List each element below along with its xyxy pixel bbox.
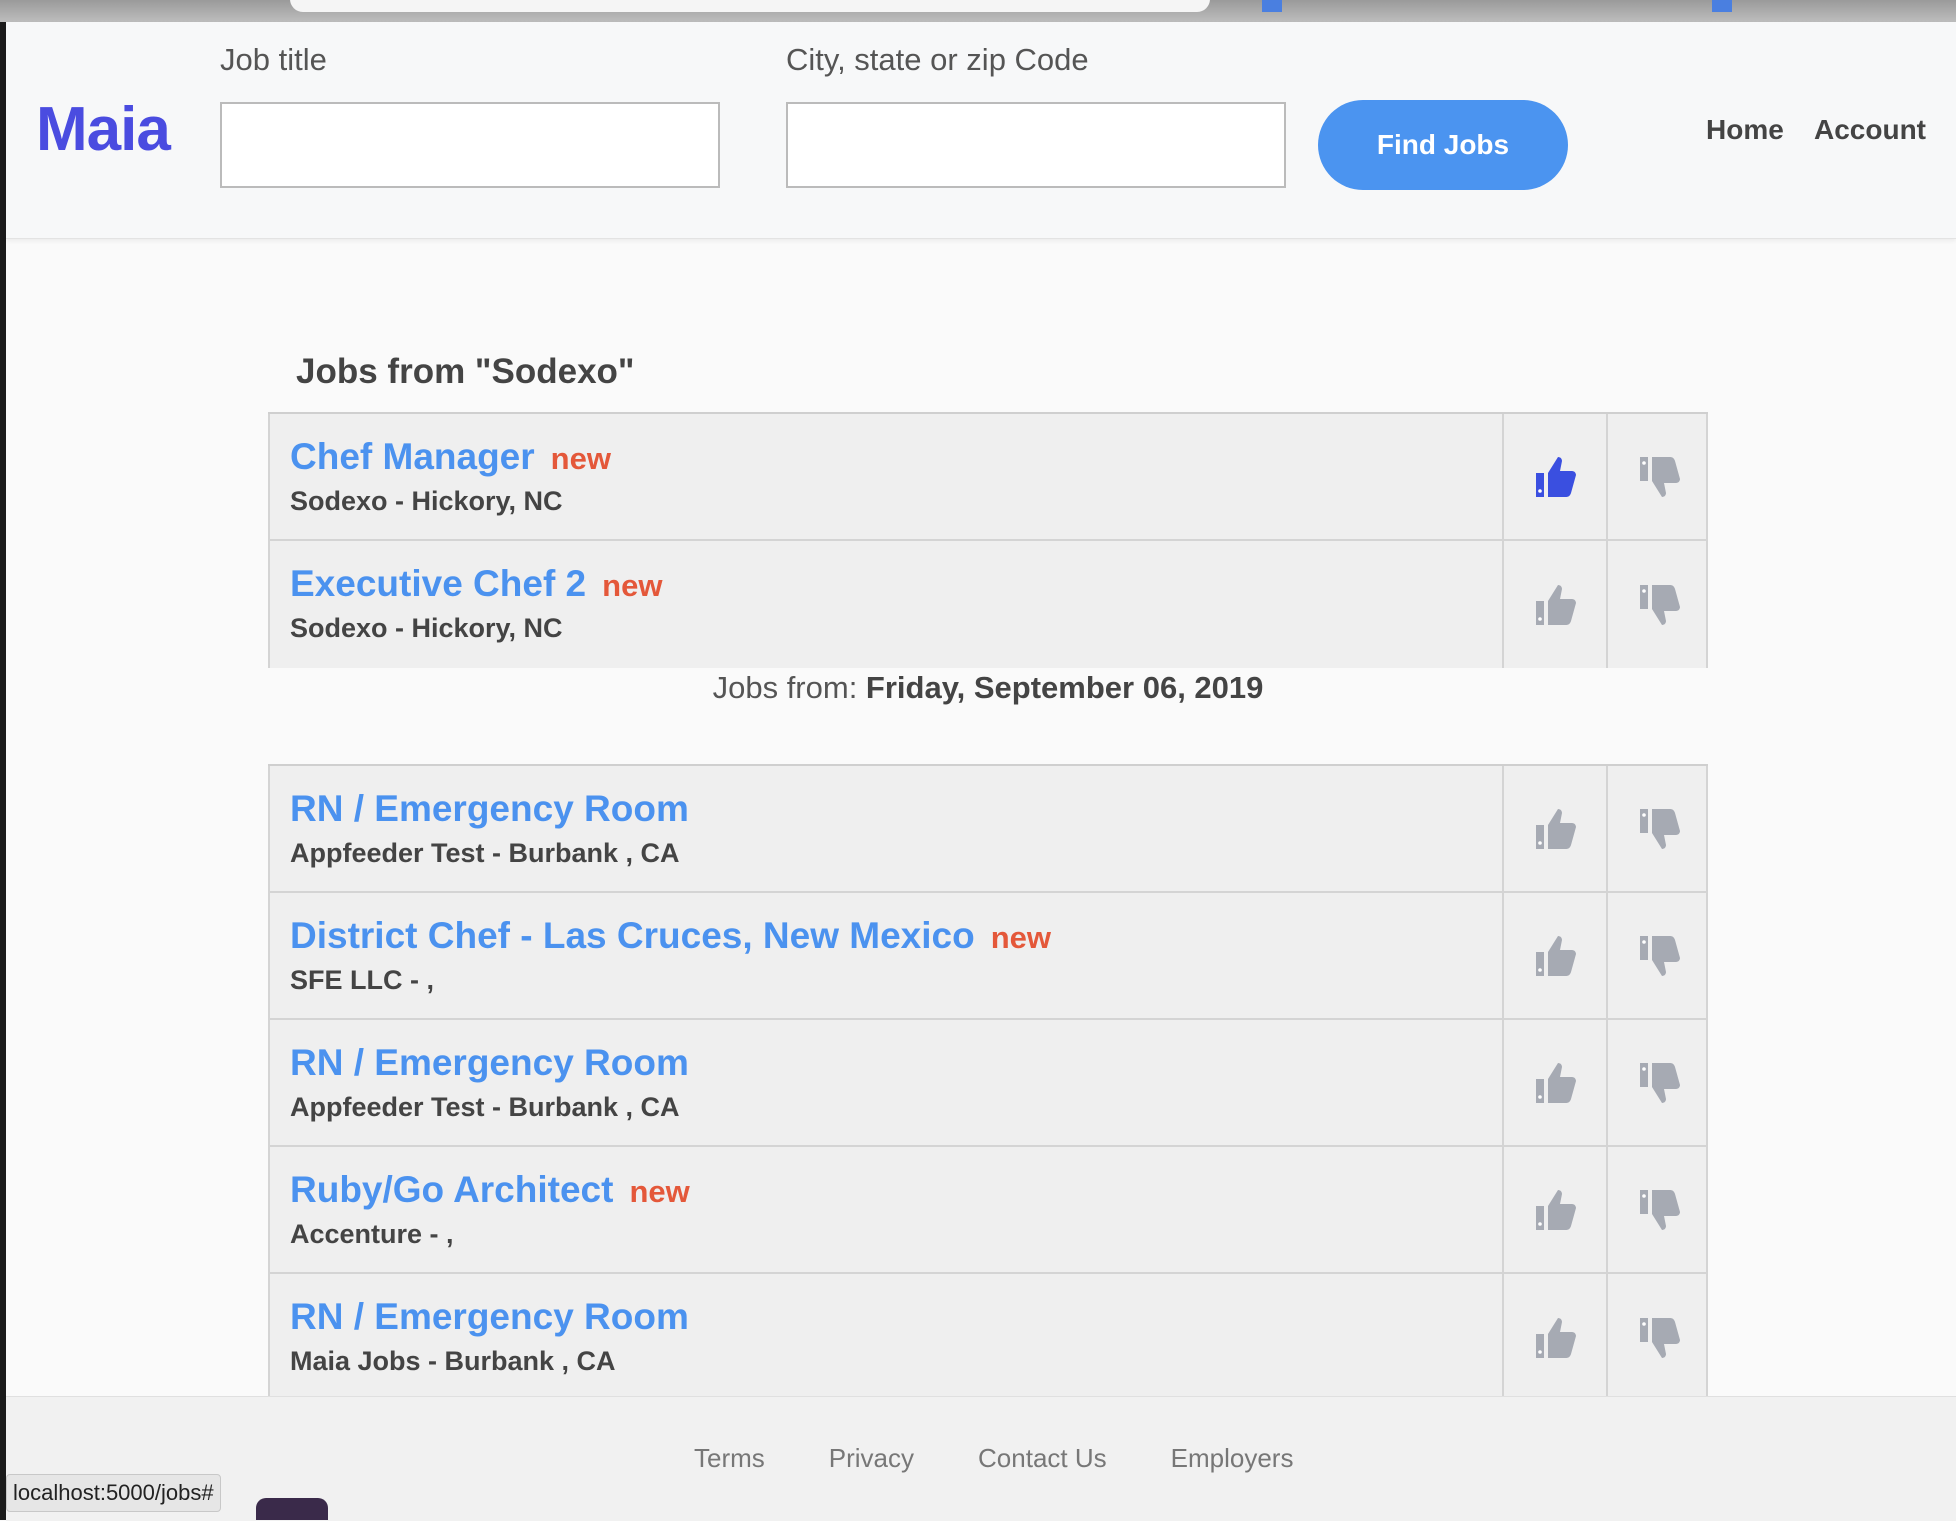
company-jobs-heading: Jobs from "Sodexo" [296, 352, 635, 391]
new-badge: new [602, 568, 663, 603]
thumbs-down-icon [1639, 584, 1680, 625]
job-title-link[interactable]: RN / Emergency Room [290, 1042, 689, 1083]
job-title-input[interactable] [220, 102, 720, 188]
thumbs-up-button[interactable] [1502, 1274, 1607, 1401]
job-row[interactable]: Chef Manager new Sodexo - Hickory, NC [268, 414, 1708, 541]
thumbs-up-button[interactable] [1502, 1020, 1607, 1145]
job-info: District Chef - Las Cruces, New Mexico ne… [290, 915, 1051, 996]
job-row[interactable]: District Chef - Las Cruces, New Mexico ne… [268, 893, 1708, 1020]
thumbs-up-icon [1535, 935, 1576, 976]
new-badge: new [550, 441, 611, 476]
job-row[interactable]: Executive Chef 2 new Sodexo - Hickory, NC [268, 541, 1708, 668]
job-info: Executive Chef 2 new Sodexo - Hickory, NC [290, 563, 662, 644]
thumbs-up-icon [1535, 456, 1576, 497]
job-title-line: RN / Emergency Room [290, 788, 689, 830]
job-info: RN / Emergency Room Appfeeder Test - Burb… [290, 1042, 689, 1123]
thumbs-down-icon [1639, 1189, 1680, 1230]
maia-logo[interactable]: Maia [36, 94, 171, 165]
job-title-link[interactable]: Executive Chef 2 [290, 563, 586, 604]
job-title-link[interactable]: District Chef - Las Cruces, New Mexico [290, 915, 975, 956]
job-info: RN / Emergency Room Maia Jobs - Burbank ,… [290, 1296, 689, 1377]
company-jobs-list: Chef Manager new Sodexo - Hickory, NC Execu… [268, 412, 1708, 668]
thumbs-down-icon [1639, 1062, 1680, 1103]
new-badge: new [629, 1174, 690, 1209]
job-company-location: Maia Jobs - Burbank , CA [290, 1346, 616, 1376]
thumbs-up-icon [1535, 1062, 1576, 1103]
thumbs-up-button[interactable] [1502, 893, 1607, 1018]
job-company-location: Sodexo - Hickory, NC [290, 486, 563, 516]
job-title-line: Chef Manager new [290, 436, 611, 478]
thumbs-up-icon [1535, 808, 1576, 849]
thumbs-down-button[interactable] [1606, 893, 1711, 1018]
job-title-label: Job title [220, 42, 327, 77]
job-info: RN / Emergency Room Appfeeder Test - Burb… [290, 788, 689, 869]
thumbs-down-icon [1639, 1317, 1680, 1358]
new-badge: new [990, 920, 1051, 955]
thumbs-down-button[interactable] [1606, 414, 1711, 539]
thumbs-down-icon [1639, 935, 1680, 976]
nav-account-link[interactable]: Account [1814, 114, 1926, 146]
find-jobs-button[interactable]: Find Jobs [1318, 100, 1568, 190]
location-input[interactable] [786, 102, 1286, 188]
thumbs-up-icon [1535, 1189, 1576, 1230]
thumbs-down-button[interactable] [1606, 1274, 1711, 1401]
job-title-line: RN / Emergency Room [290, 1296, 689, 1338]
thumbs-down-button[interactable] [1606, 766, 1711, 891]
jobs-date-prefix: Jobs from: [712, 670, 866, 705]
status-bar-url: localhost:5000/jobs# [6, 1474, 221, 1512]
job-title-line: Executive Chef 2 new [290, 563, 662, 605]
taskbar-fragment [256, 1498, 328, 1520]
location-label: City, state or zip Code [786, 42, 1089, 77]
footer-contact-link[interactable]: Contact Us [978, 1443, 1107, 1474]
job-title-link[interactable]: RN / Emergency Room [290, 1296, 689, 1337]
footer-employers-link[interactable]: Employers [1171, 1443, 1294, 1474]
thumbs-down-button[interactable] [1606, 1147, 1711, 1272]
thumbs-down-icon [1639, 808, 1680, 849]
job-company-location: SFE LLC - , [290, 965, 434, 995]
job-info: Ruby/Go Architect new Accenture - , [290, 1169, 690, 1250]
job-row[interactable]: RN / Emergency Room Maia Jobs - Burbank ,… [268, 1274, 1708, 1401]
thumbs-down-button[interactable] [1606, 1020, 1711, 1145]
jobs-date-value: Friday, September 06, 2019 [865, 670, 1264, 705]
job-company-location: Accenture - , [290, 1219, 454, 1249]
footer-terms-link[interactable]: Terms [694, 1443, 765, 1474]
thumbs-down-button[interactable] [1606, 541, 1711, 668]
job-row[interactable]: Ruby/Go Architect new Accenture - , [268, 1147, 1708, 1274]
job-row[interactable]: RN / Emergency Room Appfeeder Test - Burb… [268, 1020, 1708, 1147]
thumbs-up-icon [1535, 584, 1576, 625]
thumbs-up-button[interactable] [1502, 414, 1607, 539]
site-header: Maia Job title City, state or zip Code F… [6, 22, 1956, 239]
job-company-location: Sodexo - Hickory, NC [290, 613, 563, 643]
browser-tab-marker [1262, 0, 1282, 12]
date-jobs-list: RN / Emergency Room Appfeeder Test - Burb… [268, 764, 1708, 1401]
job-title-link[interactable]: RN / Emergency Room [290, 788, 689, 829]
footer-privacy-link[interactable]: Privacy [829, 1443, 914, 1474]
thumbs-up-button[interactable] [1502, 1147, 1607, 1272]
browser-tab-marker [1712, 0, 1732, 12]
browser-url-bar[interactable] [290, 0, 1210, 12]
thumbs-down-icon [1639, 456, 1680, 497]
left-edge-strip [0, 22, 6, 1520]
thumbs-up-icon [1535, 1317, 1576, 1358]
nav-home-link[interactable]: Home [1706, 114, 1784, 146]
job-row[interactable]: RN / Emergency Room Appfeeder Test - Burb… [268, 766, 1708, 893]
browser-top-strip [0, 0, 1956, 22]
job-company-location: Appfeeder Test - Burbank , CA [290, 1092, 680, 1122]
jobs-date-line: Jobs from: Friday, September 06, 2019 [268, 670, 1708, 706]
job-title-line: Ruby/Go Architect new [290, 1169, 690, 1211]
job-company-location: Appfeeder Test - Burbank , CA [290, 838, 680, 868]
thumbs-up-button[interactable] [1502, 766, 1607, 891]
job-title-line: District Chef - Las Cruces, New Mexico ne… [290, 915, 1051, 957]
job-title-link[interactable]: Chef Manager [290, 436, 535, 477]
job-title-link[interactable]: Ruby/Go Architect [290, 1169, 613, 1210]
footer-links: Terms Privacy Contact Us Employers [694, 1443, 1293, 1474]
thumbs-up-button[interactable] [1502, 541, 1607, 668]
job-title-line: RN / Emergency Room [290, 1042, 689, 1084]
job-info: Chef Manager new Sodexo - Hickory, NC [290, 436, 611, 517]
